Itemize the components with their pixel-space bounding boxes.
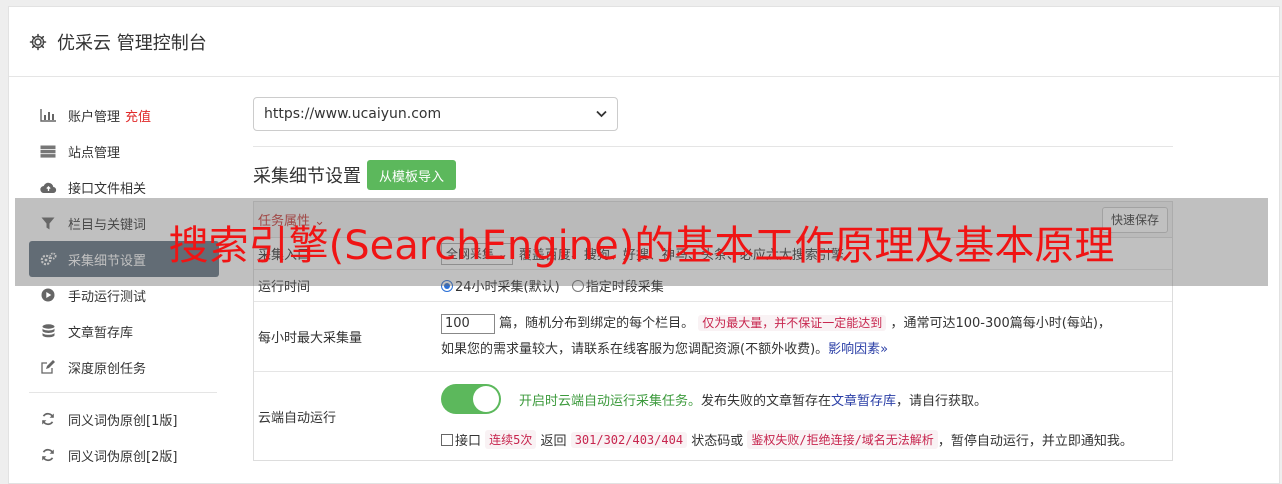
page-header: 优采云 管理控制台 (9, 7, 1279, 77)
cloud-enabled-text: 开启时云端自动运行采集任务。 (519, 393, 702, 409)
code-status: 301/302/403/404 (570, 431, 688, 448)
sidebar-item-label: 深度原创任务 (68, 361, 147, 377)
sidebar-item-synonym-v1[interactable]: 同义词伪原创[1版] (29, 401, 219, 437)
cloud-auto-run-toggle[interactable] (441, 384, 501, 414)
sidebar-item-label: 账户管理 (68, 109, 121, 125)
play-circle-icon (39, 288, 57, 302)
checkbox-label: 接口 (455, 434, 482, 449)
sidebar-item-label: 同义词伪原创[2版] (68, 449, 178, 465)
sidebar-item-label: 同义词伪原创[1版] (68, 413, 178, 429)
pause-checkbox[interactable] (441, 433, 453, 446)
sidebar-item-deep-original[interactable]: 深度原创任务 (29, 349, 219, 385)
cloud-upload-icon (39, 180, 57, 194)
max-line-1: 100 篇，随机分布到绑定的每个栏目。 仅为最大量，并不保证一定能达到 ，通常可… (441, 310, 1172, 337)
server-icon (39, 144, 57, 158)
row-value: 开启时云端自动运行采集任务。 发布失败的文章暂存在 文章暂存库 ，请自行获取。 … (441, 372, 1172, 460)
refresh-icon (39, 448, 57, 462)
code-errors: 鉴权失败/拒绝连接/域名无法解析 (747, 430, 938, 449)
sidebar-divider (29, 392, 217, 393)
watermark-banner: 搜索引擎(SearchEngine)的基本工作原理及基本原理 (15, 198, 1268, 286)
cloud-toggle-line: 开启时云端自动运行采集任务。 发布失败的文章暂存在 文章暂存库 ，请自行获取。 (441, 384, 1172, 414)
sidebar-item-label: 站点管理 (68, 145, 121, 161)
database-icon (39, 324, 57, 338)
cb-text-1: 返回 (540, 434, 567, 449)
refresh-icon (39, 412, 57, 426)
code-consecutive: 连续5次 (485, 430, 537, 449)
sidebar-item-synonym-v2[interactable]: 同义词伪原创[2版] (29, 437, 219, 473)
row-label: 云端自动运行 (258, 410, 337, 426)
toggle-knob (473, 386, 499, 412)
edit-icon (39, 360, 57, 374)
sidebar-item-label: 文章暂存库 (68, 325, 134, 341)
row-value: 100 篇，随机分布到绑定的每个栏目。 仅为最大量，并不保证一定能达到 ，通常可… (441, 302, 1172, 371)
page-title: 优采云 管理控制台 (57, 32, 207, 54)
bar-chart-icon (39, 108, 57, 122)
sidebar-item-sites[interactable]: 站点管理 (29, 133, 219, 169)
import-template-button[interactable]: 从模板导入 (367, 160, 457, 190)
site-select[interactable]: https://www.ucaiyun.com (253, 97, 618, 131)
recharge-link[interactable]: 充值 (125, 106, 151, 125)
max-text-1: 篇，随机分布到绑定的每个栏目。 (499, 316, 695, 331)
pause-checkbox-line: 接口 连续5次 返回 301/302/403/404 状态码或 鉴权失败/拒绝连… (441, 430, 1172, 449)
cb-text-2: 状态码或 (691, 434, 744, 449)
influence-factors-link[interactable]: 影响因素» (828, 342, 888, 357)
row-label: 每小时最大采集量 (258, 331, 363, 346)
sidebar-item-label: 接口文件相关 (68, 181, 147, 197)
max-text-3: 如果您的需求量较大，请联系在线客服为您调配资源(不额外收费)。 (441, 342, 829, 357)
sidebar-item-article-store[interactable]: 文章暂存库 (29, 313, 219, 349)
sidebar-item-label: 手动运行测试 (68, 289, 147, 305)
article-store-link[interactable]: 文章暂存库 (831, 390, 896, 409)
divider (253, 146, 1173, 147)
site-select-value: https://www.ucaiyun.com (264, 106, 442, 122)
watermark-text: 搜索引擎(SearchEngine)的基本工作原理及基本原理 (168, 223, 1115, 269)
cloud-text-2: ，请自行获取。 (896, 393, 988, 409)
max-per-hour-input[interactable]: 100 (441, 313, 495, 334)
sidebar-item-account[interactable]: 账户管理 充值 (29, 97, 219, 133)
gear-icon (29, 33, 47, 51)
chevron-down-icon (596, 107, 607, 121)
cb-text-3: ，暂停自动运行，并立即通知我。 (937, 434, 1133, 449)
section-title: 采集细节设置 (253, 166, 361, 187)
row-max-per-hour: 每小时最大采集量 100 篇，随机分布到绑定的每个栏目。 仅为最大量，并不保证一… (254, 302, 1172, 372)
section-header: 采集细节设置 从模板导入 (253, 159, 1173, 191)
row-cloud-auto-run: 云端自动运行 开启时云端自动运行采集任务。 发布失败的文章暂存在 文章暂存库 ，… (254, 372, 1172, 460)
cloud-text-1: 发布失败的文章暂存在 (701, 393, 832, 409)
max-line-2: 如果您的需求量较大，请联系在线客服为您调配资源(不额外收费)。影响因素» (441, 337, 1172, 363)
max-text-2: ，通常可达100-300篇每小时(每站)， (890, 316, 1111, 331)
max-note-code: 仅为最大量，并不保证一定能达到 (698, 315, 887, 331)
